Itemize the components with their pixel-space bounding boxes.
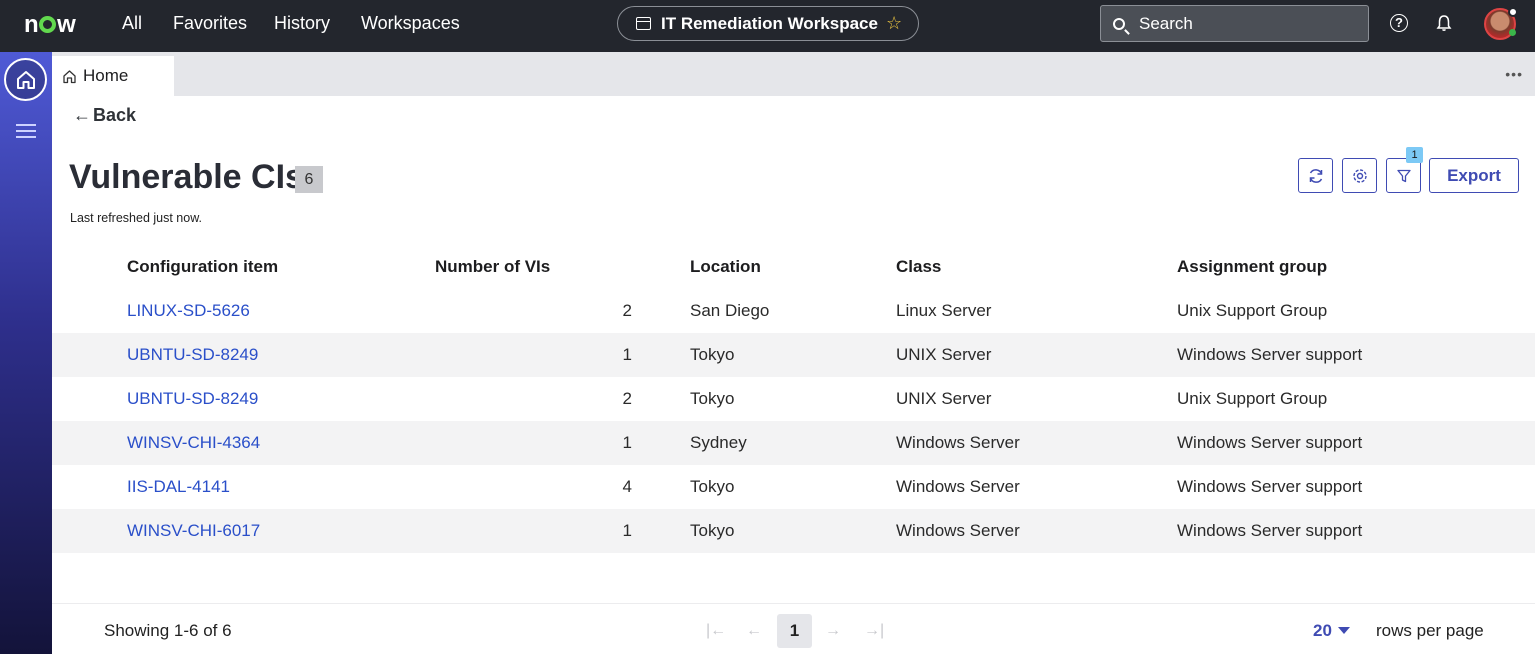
ci-link[interactable]: WINSV-CHI-4364 — [127, 421, 260, 465]
tab-strip: Home ••• — [52, 52, 1535, 96]
back-button[interactable]: ← Back — [73, 105, 136, 126]
location-cell: San Diego — [690, 301, 770, 320]
next-page-icon[interactable]: → — [825, 622, 841, 640]
location-cell: Tokyo — [690, 477, 735, 496]
column-header-configuration-item[interactable]: Configuration item — [127, 245, 278, 289]
showing-range-text: Showing 1-6 of 6 — [104, 621, 232, 640]
back-label: Back — [93, 105, 137, 125]
class-cell: Windows Server — [896, 433, 1020, 452]
workspace-icon — [636, 17, 651, 30]
nav-all[interactable]: All — [122, 13, 142, 34]
column-header-assignment-group[interactable]: Assignment group — [1177, 245, 1327, 289]
user-avatar[interactable] — [1484, 7, 1518, 40]
online-status-icon — [1509, 29, 1516, 36]
first-page-icon[interactable]: |← — [706, 622, 726, 640]
ci-link[interactable]: UBNTU-SD-8249 — [127, 377, 258, 421]
left-sidebar-rail — [0, 52, 52, 654]
column-header-number-of-vis[interactable]: Number of VIs — [435, 245, 550, 289]
ci-link[interactable]: UBNTU-SD-8249 — [127, 333, 258, 377]
filter-button[interactable] — [1386, 158, 1421, 193]
column-header-location[interactable]: Location — [690, 245, 761, 289]
notifications-bell-icon[interactable] — [1435, 14, 1453, 32]
class-cell: UNIX Server — [896, 345, 992, 364]
location-cell: Tokyo — [690, 345, 735, 364]
assignment-group-cell: Windows Server support — [1177, 521, 1363, 540]
class-cell: Linux Server — [896, 301, 992, 320]
rows-per-page-select[interactable]: 20 — [1313, 621, 1350, 641]
help-icon[interactable]: ? — [1390, 14, 1408, 32]
table-row: LINUX-SD-5626 2 San Diego Linux Server U… — [52, 289, 1535, 333]
refresh-button[interactable] — [1298, 158, 1333, 193]
home-tab-icon — [63, 69, 76, 83]
arrow-left-icon: ← — [73, 105, 91, 125]
column-header-class[interactable]: Class — [896, 245, 941, 289]
assignment-group-cell: Windows Server support — [1177, 345, 1363, 364]
class-cell: UNIX Server — [896, 389, 992, 408]
refresh-icon — [1309, 168, 1322, 183]
servicenow-logo[interactable]: nw — [24, 11, 76, 39]
tab-home[interactable]: Home — [52, 56, 174, 96]
assignment-group-cell: Windows Server support — [1177, 433, 1363, 452]
filter-icon — [1396, 169, 1411, 182]
last-page-icon[interactable]: →| — [864, 622, 884, 640]
footer-divider — [52, 603, 1535, 604]
assignment-group-cell: Windows Server support — [1177, 477, 1363, 496]
vi-count: 1 — [622, 521, 632, 540]
nav-workspaces[interactable]: Workspaces — [361, 13, 460, 34]
gear-icon — [1352, 168, 1367, 183]
previous-page-icon[interactable]: ← — [746, 622, 762, 640]
home-icon[interactable] — [4, 58, 47, 101]
location-cell: Sydney — [690, 433, 747, 452]
vi-count: 2 — [622, 389, 632, 408]
vulnerable-cis-table: Configuration item Number of VIs Locatio… — [52, 245, 1535, 553]
assignment-group-cell: Unix Support Group — [1177, 301, 1328, 320]
record-count-badge: 6 — [295, 166, 323, 193]
list-icon[interactable] — [16, 124, 36, 142]
top-navigation-bar: nw All Favorites History Workspaces IT R… — [0, 0, 1535, 52]
vi-count: 4 — [622, 477, 632, 496]
vi-count: 1 — [622, 433, 632, 452]
ci-link[interactable]: WINSV-CHI-6017 — [127, 509, 260, 553]
current-page-button[interactable]: 1 — [777, 614, 812, 648]
presence-indicator-icon — [1508, 7, 1518, 17]
workspace-title: IT Remediation Workspace — [661, 13, 878, 33]
location-cell: Tokyo — [690, 389, 735, 408]
export-button[interactable]: Export — [1429, 158, 1519, 193]
class-cell: Windows Server — [896, 521, 1020, 540]
table-row: IIS-DAL-4141 4 Tokyo Windows Server Wind… — [52, 465, 1535, 509]
tab-home-label: Home — [83, 66, 129, 85]
search-icon — [1113, 17, 1125, 30]
workspace-selector[interactable]: IT Remediation Workspace ☆ — [617, 6, 919, 41]
favorite-star-icon[interactable]: ☆ — [886, 13, 902, 34]
ci-link[interactable]: LINUX-SD-5626 — [127, 289, 250, 333]
settings-button[interactable] — [1342, 158, 1377, 193]
table-row: WINSV-CHI-4364 1 Sydney Windows Server W… — [52, 421, 1535, 465]
vi-count: 1 — [622, 345, 632, 364]
assignment-group-cell: Unix Support Group — [1177, 389, 1328, 408]
table-row: UBNTU-SD-8249 1 Tokyo UNIX Server Window… — [52, 333, 1535, 377]
ci-link[interactable]: IIS-DAL-4141 — [127, 465, 230, 509]
global-search-input[interactable]: Search — [1100, 5, 1369, 42]
location-cell: Tokyo — [690, 521, 735, 540]
table-row: UBNTU-SD-8249 2 Tokyo UNIX Server Unix S… — [52, 377, 1535, 421]
last-refreshed-text: Last refreshed just now. — [70, 211, 203, 225]
page-title: Vulnerable CIs — [69, 158, 304, 196]
rows-per-page-label: rows per page — [1376, 621, 1484, 640]
more-options-icon[interactable]: ••• — [1505, 66, 1523, 82]
chevron-down-icon — [1337, 627, 1350, 634]
table-row: WINSV-CHI-6017 1 Tokyo Windows Server Wi… — [52, 509, 1535, 553]
vi-count: 2 — [622, 301, 632, 320]
rows-per-page-value: 20 — [1313, 621, 1332, 640]
search-placeholder: Search — [1139, 13, 1193, 33]
nav-history[interactable]: History — [274, 13, 330, 34]
nav-favorites[interactable]: Favorites — [173, 13, 247, 34]
table-header-row: Configuration item Number of VIs Locatio… — [52, 245, 1535, 289]
class-cell: Windows Server — [896, 477, 1020, 496]
active-filter-count-badge: 1 — [1406, 147, 1423, 163]
